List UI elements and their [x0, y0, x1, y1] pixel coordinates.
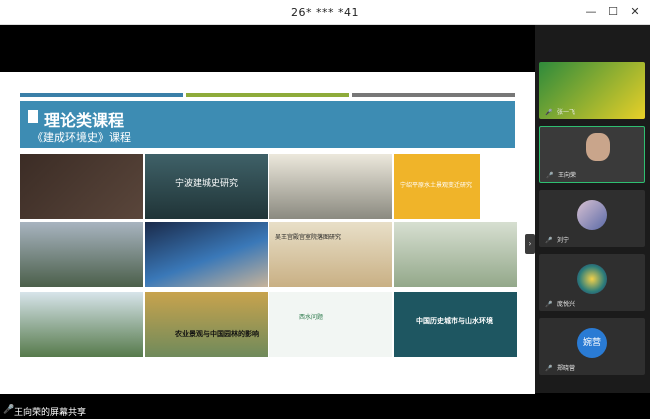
mic-icon: 🎤	[546, 172, 554, 179]
decor-line-green	[186, 93, 349, 97]
participant-tile-2[interactable]: 🎤 王向荣	[539, 126, 645, 183]
minimize-icon[interactable]: —	[584, 5, 598, 19]
participant-panel: 🎤 张一飞 🎤 王向荣 🎤 刘宁 🎤 庞悦兴 婉营 🎤 郑晓营	[535, 25, 650, 393]
mic-icon: 🎤	[545, 365, 553, 372]
slide-header: 理论类课程 《建成环境史》课程	[20, 101, 515, 148]
maximize-icon[interactable]: ☐	[606, 5, 620, 19]
status-bar: 🎤 王向荣的屏幕共享	[0, 402, 650, 419]
decor-line-blue	[20, 93, 183, 97]
participant-tile-4[interactable]: 🎤 庞悦兴	[539, 254, 645, 311]
thumbnail-1	[20, 154, 143, 219]
thumbnail-8	[394, 222, 517, 287]
thumbnail-10: 农业景观与中国园林的影响	[145, 292, 268, 357]
avatar	[577, 200, 607, 230]
document-icon	[28, 110, 38, 123]
participant-tile-3[interactable]: 🎤 刘宁	[539, 190, 645, 247]
mic-icon: 🎤	[545, 301, 553, 308]
thumbnail-2: 宁波建城史研究	[145, 154, 268, 219]
slide-subtitle: 《建成环境史》课程	[32, 131, 131, 144]
avatar	[577, 264, 607, 294]
thumbnail-9	[20, 292, 143, 357]
participant-tile-1[interactable]: 🎤 张一飞	[539, 62, 645, 119]
thumbnail-3	[269, 154, 392, 219]
thumbnail-5	[20, 222, 143, 287]
mic-icon: 🎤	[545, 109, 553, 116]
title-bar: 26* *** *41 — ☐ ✕	[0, 0, 650, 25]
decor-line-gray	[352, 93, 515, 97]
meeting-window: 26* *** *41 — ☐ ✕ 理论类课程 《建成环境史》课程 宁波建城史研…	[0, 0, 650, 419]
screen-share-area: 理论类课程 《建成环境史》课程 宁波建城史研究 宁绍平原水土景观变迁研究 吴王宫…	[0, 25, 535, 394]
slide-title: 理论类课程	[44, 111, 125, 130]
close-icon[interactable]: ✕	[628, 5, 642, 19]
window-title: 26* *** *41	[291, 6, 359, 19]
thumbnail-12: 中国历史城市与山水环境	[394, 292, 517, 357]
thumbnail-6	[145, 222, 268, 287]
thumbnail-4: 宁绍平原水土景观变迁研究	[394, 154, 517, 219]
video-feed	[586, 133, 610, 161]
participant-tile-5[interactable]: 婉营 🎤 郑晓营	[539, 318, 645, 375]
thumbnail-11: 西水问题	[269, 292, 392, 357]
mic-icon: 🎤	[545, 237, 553, 244]
screen-share-label: 王向荣的屏幕共享	[14, 408, 87, 418]
thumbnail-7: 吴王宫殿宫室院落图研究	[269, 222, 392, 287]
avatar: 婉营	[577, 328, 607, 358]
presentation-slide: 理论类课程 《建成环境史》课程 宁波建城史研究 宁绍平原水土景观变迁研究 吴王宫…	[0, 72, 535, 394]
collapse-panel-icon[interactable]: ›	[525, 234, 535, 254]
mic-icon: 🎤	[3, 405, 15, 415]
